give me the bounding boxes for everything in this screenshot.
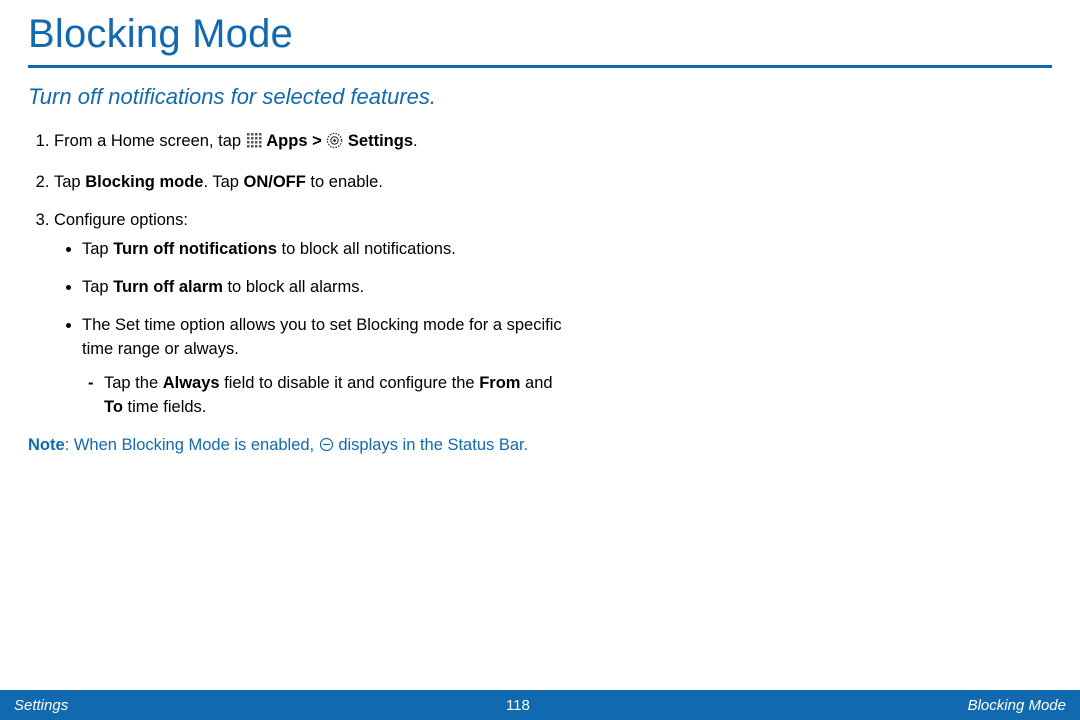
blocking-mode-icon [319,436,334,460]
footer-left: Settings [14,697,68,714]
note-block: Note: When Blocking Mode is enabled, dis… [28,434,548,460]
d1g: time fields. [123,398,206,416]
dash-list: Tap the Always field to disable it and c… [82,372,568,420]
d1c: field to disable it and configure the [220,374,480,392]
step-3: Configure options: Tap Turn off notifica… [54,209,568,420]
note-t1: : When Blocking Mode is enabled, [65,436,319,454]
d1f: To [104,398,123,416]
b3a: The Set time option allows you to set Bl… [82,316,562,358]
bullet-3: The Set time option allows you to set Bl… [82,314,568,420]
d1e: and [520,374,552,392]
step-1-text-a: From a Home screen, tap [54,132,246,150]
step-2: Tap Blocking mode. Tap ON/OFF to enable. [54,171,568,195]
b1c: to block all notifications. [277,240,456,258]
body-content: From a Home screen, tap Apps > [28,130,568,460]
step-1: From a Home screen, tap Apps > [54,130,568,157]
page-footer: Settings 118 Blocking Mode [0,690,1080,720]
footer-page-number: 118 [506,697,530,714]
d1b: Always [163,374,220,392]
b2a: Tap [82,278,113,296]
note-t2: displays in the Status Bar. [338,436,528,454]
settings-label: Settings [348,132,413,150]
step-1-dot: . [413,132,418,150]
bullet-2: Tap Turn off alarm to block all alarms. [82,276,568,300]
manual-page: Blocking Mode Turn off notifications for… [0,0,1080,720]
s2e: to enable. [306,173,383,191]
d1d: From [479,374,520,392]
apps-grid-icon [246,132,262,156]
bullet-1: Tap Turn off notifications to block all … [82,238,568,262]
footer-right: Blocking Mode [968,697,1066,714]
b1b: Turn off notifications [113,240,277,258]
s2c: . Tap [203,173,243,191]
settings-gear-icon [326,132,343,157]
page-title: Blocking Mode [28,12,1052,63]
s2d: ON/OFF [244,173,306,191]
gt-separator: > [312,132,326,150]
s3-intro: Configure options: [54,211,188,229]
note-label: Note [28,436,65,454]
apps-label: Apps [266,132,307,150]
b1a: Tap [82,240,113,258]
b2b: Turn off alarm [113,278,223,296]
step-3-bullets: Tap Turn off notifications to block all … [54,238,568,420]
title-rule [28,65,1052,68]
intro-text: Turn off notifications for selected feat… [28,82,548,112]
b2c: to block all alarms. [223,278,364,296]
d1a: Tap the [104,374,163,392]
s2a: Tap [54,173,85,191]
steps-list: From a Home screen, tap Apps > [28,130,568,420]
dash-1: Tap the Always field to disable it and c… [104,372,568,420]
s2b: Blocking mode [85,173,203,191]
